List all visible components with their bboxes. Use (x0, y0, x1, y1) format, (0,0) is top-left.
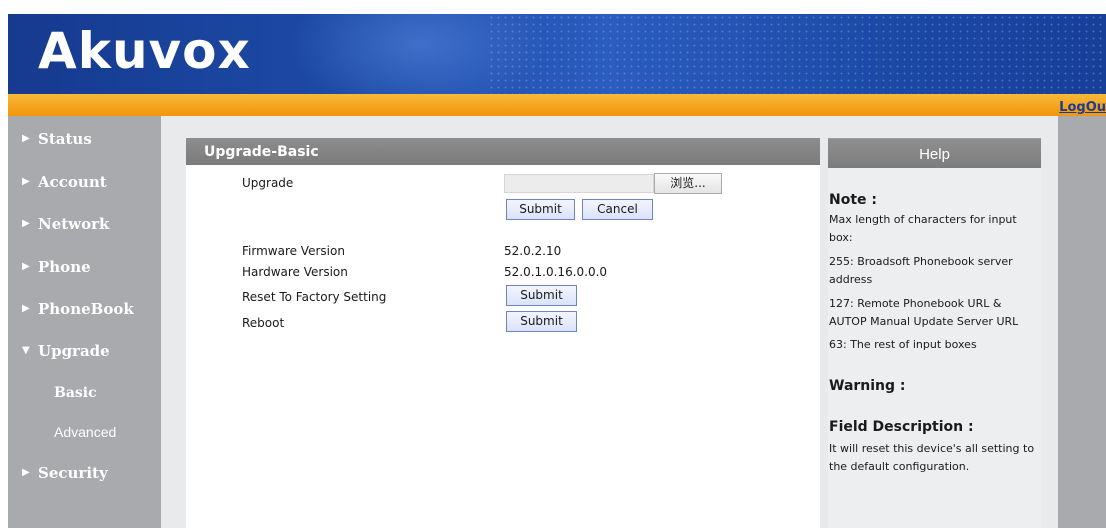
sidebar-item-status[interactable]: ▶ Status (22, 130, 92, 148)
triangle-right-icon: ▶ (22, 176, 30, 187)
sidebar-item-label: PhoneBook (38, 300, 134, 318)
sidebar-item-label: Status (38, 130, 92, 148)
sidebar-item-phone[interactable]: ▶ Phone (22, 258, 91, 276)
hardware-version-value: 52.0.1.0.16.0.0.0 (504, 265, 608, 279)
reboot-submit-button[interactable]: Submit (506, 311, 577, 332)
orange-bar (8, 94, 1106, 116)
page: Akuvox LogOu ▶ Status ▶ Account ▶ Networ… (0, 0, 1106, 528)
sidebar-item-network[interactable]: ▶ Network (22, 215, 109, 233)
logout-link[interactable]: LogOu (1059, 100, 1106, 116)
section-title: Upgrade-Basic (204, 144, 319, 160)
reset-factory-label: Reset To Factory Setting (242, 290, 387, 304)
help-warning-heading: Warning : (829, 378, 906, 394)
triangle-right-icon: ▶ (22, 261, 30, 272)
sidebar-item-upgrade[interactable]: ▼ Upgrade (22, 342, 110, 360)
help-note-line-2: 255: Broadsoft Phonebook server address (829, 255, 1013, 286)
help-header: Help (828, 138, 1041, 168)
firmware-version-value: 52.0.2.10 (504, 244, 562, 258)
help-title: Help (919, 146, 950, 163)
main-panel (186, 138, 820, 528)
upgrade-label: Upgrade (242, 176, 294, 190)
sidebar-item-phonebook[interactable]: ▶ PhoneBook (22, 300, 134, 318)
sidebar: ▶ Status ▶ Account ▶ Network ▶ Phone ▶ P… (8, 116, 161, 528)
upgrade-submit-button[interactable]: Submit (506, 199, 575, 220)
triangle-down-icon: ▼ (22, 345, 30, 356)
reset-factory-submit-button[interactable]: Submit (506, 285, 577, 306)
help-note-heading: Note : (829, 192, 877, 208)
triangle-right-icon: ▶ (22, 467, 30, 478)
firmware-version-label: Firmware Version (242, 244, 345, 258)
section-header: Upgrade-Basic (186, 138, 820, 165)
sidebar-subitem-advanced[interactable]: Advanced (54, 423, 116, 441)
help-field-heading: Field Description : (829, 419, 974, 435)
help-note-line-4: 63: The rest of input boxes (829, 338, 977, 351)
header-banner: Akuvox (8, 14, 1106, 94)
sidebar-item-label: Upgrade (38, 342, 110, 360)
help-field-text: It will reset this device's all setting … (829, 442, 1035, 473)
sidebar-subitem-basic[interactable]: Basic (54, 384, 97, 402)
akuvox-logo: Akuvox (38, 22, 251, 80)
sidebar-item-label: Security (38, 464, 108, 482)
triangle-right-icon: ▶ (22, 303, 30, 314)
browse-button[interactable]: 浏览... (654, 173, 722, 194)
hardware-version-label: Hardware Version (242, 265, 348, 279)
upgrade-cancel-button[interactable]: Cancel (582, 199, 653, 220)
triangle-right-icon: ▶ (22, 133, 30, 144)
sidebar-item-label: Phone (38, 258, 91, 276)
help-note-line-3: 127: Remote Phonebook URL & AUTOP Manual… (829, 297, 1019, 328)
help-note-line-1: Max length of characters for input box: (829, 213, 1017, 244)
reboot-label: Reboot (242, 316, 285, 330)
sidebar-item-security[interactable]: ▶ Security (22, 464, 108, 482)
upgrade-file-input[interactable] (504, 174, 654, 193)
right-gray-strip (1058, 116, 1106, 528)
sidebar-item-label: Network (38, 215, 110, 233)
sidebar-item-account[interactable]: ▶ Account (22, 173, 107, 191)
triangle-right-icon: ▶ (22, 218, 30, 229)
header-dot-pattern (488, 14, 1106, 94)
sidebar-item-label: Account (38, 173, 107, 191)
